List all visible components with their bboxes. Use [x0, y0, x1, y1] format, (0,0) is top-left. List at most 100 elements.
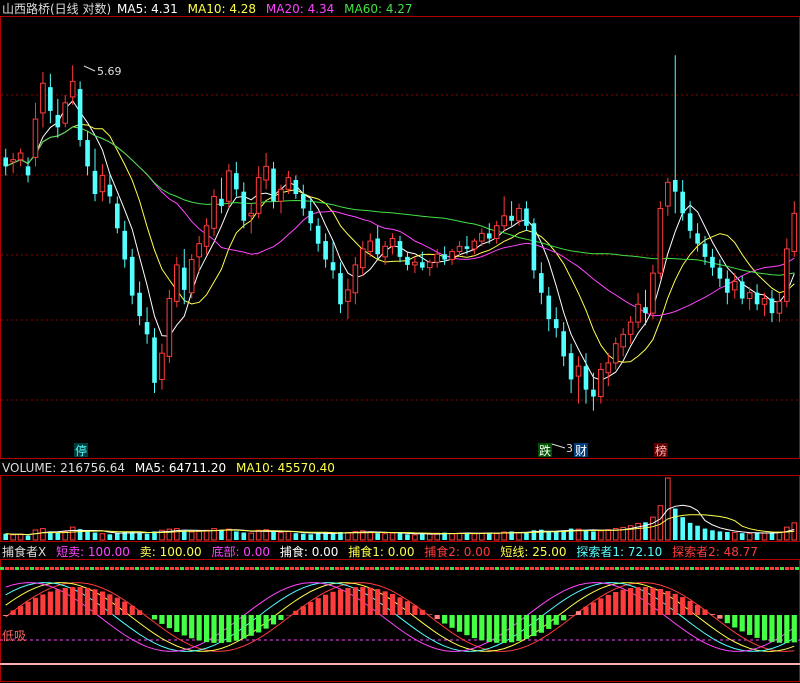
indicator-bar: [687, 600, 693, 615]
indicator-ribbon-cell: [135, 567, 139, 570]
volume-bar: [456, 532, 463, 541]
indicator-ribbon-cell: [435, 567, 439, 570]
volume-bar: [181, 530, 187, 540]
candle-body: [405, 256, 410, 265]
volume-bar: [598, 530, 604, 541]
candle-body: [657, 207, 664, 274]
indicator-ribbon-cell: [265, 567, 269, 570]
indicator-bar: [77, 587, 83, 615]
volume-bar: [32, 529, 39, 541]
volume-bar: [85, 531, 90, 540]
tag-wealth: 财: [575, 444, 587, 458]
candle-body: [219, 198, 224, 207]
candle-body: [635, 303, 641, 323]
candle-body: [144, 322, 150, 335]
candle-body: [591, 389, 596, 397]
candle-body: [248, 212, 255, 217]
candle-body: [17, 152, 24, 161]
indicator-ribbon-cell: [230, 567, 234, 570]
indicator-bar: [449, 615, 455, 628]
volume-bar: [300, 533, 306, 540]
volume-bar: [293, 533, 299, 540]
candle-body: [516, 207, 522, 222]
indicator-ribbon-cell: [440, 567, 444, 570]
indicator-ribbon-cell: [790, 567, 794, 570]
indicator-bar: [114, 597, 120, 615]
indicator-ribbon-cell: [540, 567, 544, 570]
candle-body: [761, 297, 768, 305]
candle-body: [345, 289, 351, 302]
volume-bar: [635, 522, 641, 541]
indicator-ribbon-cell: [120, 567, 124, 570]
indicator-ribbon-cell: [575, 567, 579, 570]
indicator-ribbon-cell: [210, 567, 214, 570]
indicator-bar: [747, 615, 753, 635]
indicator-ribbon-cell: [570, 567, 574, 570]
volume-bar: [219, 529, 224, 540]
indicator-ribbon-cell: [140, 567, 144, 570]
candle-body: [375, 238, 380, 255]
candle-body: [389, 238, 396, 247]
volume-bar: [25, 535, 31, 540]
indicator-ribbon-cell: [15, 567, 19, 570]
indicator-ribbon-cell: [170, 567, 174, 570]
indicator-bar: [241, 615, 247, 639]
indicator-bar: [590, 602, 597, 615]
volume-bar: [69, 526, 76, 541]
candle-body: [456, 245, 463, 253]
volume-bar: [144, 533, 150, 540]
indicator-ribbon-cell: [500, 567, 504, 570]
indicator-ribbon-cell: [375, 567, 379, 570]
candle-body: [367, 240, 374, 253]
indicator-ribbon-cell: [735, 567, 739, 570]
indicator-bar: [345, 587, 351, 615]
volume-bar: [345, 532, 351, 541]
volume-bar: [754, 532, 760, 540]
indicator-ribbon-cell: [335, 567, 339, 570]
indicator-ribbon-cell: [410, 567, 414, 570]
indicator-bar: [151, 615, 158, 620]
indicator-bar: [62, 587, 68, 615]
indicator-bar: [635, 587, 641, 615]
indicator-bar: [174, 615, 180, 633]
volume-bar: [375, 533, 380, 540]
indicator-ribbon-cell: [515, 567, 519, 570]
candle-body: [293, 180, 299, 195]
candle-body: [255, 177, 262, 214]
indicator-ribbon-cell: [150, 567, 154, 570]
volume-bar: [315, 533, 321, 540]
indicator-bar: [538, 615, 544, 633]
indicator-ribbon-cell: [555, 567, 559, 570]
candle-body: [553, 319, 559, 329]
indicator-ribbon-cell: [695, 567, 699, 570]
indicator-bar: [523, 615, 530, 639]
indicator-ribbon-cell: [620, 567, 624, 570]
indicator-ribbon-cell: [205, 567, 209, 570]
candle-body: [665, 181, 671, 207]
indicator-bar: [293, 610, 299, 615]
indicator-bar: [419, 609, 425, 615]
indicator-ribbon-cell: [185, 567, 189, 570]
volume-bar: [761, 532, 768, 541]
indicator-ribbon-cell: [700, 567, 704, 570]
candle-body: [115, 203, 120, 229]
indicator-bar: [337, 589, 344, 615]
indicator-ribbon-cell: [445, 567, 449, 570]
candle-body: [323, 241, 328, 260]
high-price-leader: [83, 65, 96, 72]
indicator-ribbon-cell: [330, 567, 334, 570]
indicator-bar: [568, 615, 574, 616]
stock-chart[interactable]: 5.69 3 停 跌 财 榜 低吸: [0, 0, 800, 683]
indicator-bar: [427, 614, 433, 615]
indicator-line: [5, 582, 795, 652]
indicator-bar: [330, 591, 336, 615]
indicator-line: [5, 582, 795, 652]
indicator-bar: [137, 610, 143, 615]
indicator-bar: [583, 606, 589, 615]
indicator-ribbon-cell: [215, 567, 219, 570]
candle-body: [122, 230, 128, 260]
indicator-ribbon-cell: [740, 567, 744, 570]
indicator-ribbon-cell: [240, 567, 244, 570]
volume-bar: [62, 531, 69, 541]
candle-body: [575, 365, 582, 377]
